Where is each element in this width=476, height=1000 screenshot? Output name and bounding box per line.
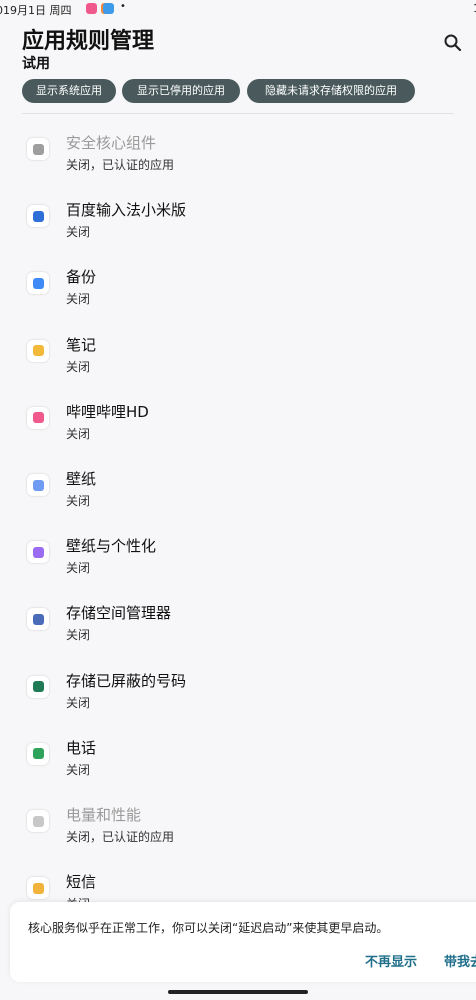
app-status: 关闭	[66, 494, 91, 508]
app-list-item[interactable]: 存储已屏蔽的号码关闭	[0, 656, 476, 723]
app-status: 关闭	[66, 225, 91, 240]
phone-icon-glyph	[32, 748, 44, 760]
chip-show-system-apps[interactable]: 显示系统应用	[22, 79, 116, 103]
battery-icon	[27, 810, 49, 832]
app-status: 关闭，已认证的应用	[66, 830, 175, 844]
app-name: 壁纸与个性化	[66, 537, 157, 556]
app-name: 电话	[66, 738, 97, 757]
home-indicator[interactable]	[168, 990, 308, 994]
security-component-icon	[27, 138, 49, 160]
go-settings-button[interactable]: 带我去	[444, 951, 476, 970]
bilibili-hd-icon-glyph	[32, 412, 44, 424]
app-name: 存储已屏蔽的号码	[66, 671, 187, 690]
app-status: 关闭	[66, 762, 91, 777]
app-status: 关闭	[66, 359, 91, 374]
blocked-numbers-icon-glyph	[32, 681, 44, 693]
phone-icon	[27, 742, 49, 765]
wallpaper-icon-glyph	[32, 479, 44, 491]
backup-icon	[27, 272, 49, 295]
app-list-item[interactable]: 电话 关闭	[0, 723, 476, 790]
bilibili-notif-icon	[86, 3, 97, 14]
app-list-item[interactable]: 电量和性能关闭，已认证的应用	[0, 790, 476, 857]
themes-icon	[27, 541, 49, 564]
page-title: 应用规则管理	[22, 29, 155, 54]
snackbar-message: 核心服务似乎在正常工作，你可以关闭“延迟启动”来使其更早启动。	[28, 921, 389, 935]
app-status: 关闭	[66, 695, 91, 710]
app-list-item[interactable]: 短信关闭	[0, 857, 476, 903]
chip-show-disabled-apps[interactable]: 显示已停用的应用	[122, 79, 240, 103]
baidu-ime-icon-glyph	[32, 210, 44, 222]
info-snackbar: 核心服务似乎在正常工作，你可以关闭“延迟启动”来使其更早启动。 不再显示 带我去	[10, 902, 476, 982]
security-component-icon-glyph	[32, 143, 44, 155]
storage-manager-icon	[27, 608, 49, 631]
baidu-ime-icon	[27, 205, 49, 228]
list-divider	[22, 113, 454, 114]
search-icon[interactable]	[442, 32, 464, 54]
themes-icon-glyph	[32, 546, 44, 558]
bilibili-hd-icon	[27, 406, 49, 429]
cloud-notif-icon	[103, 3, 114, 14]
status-dot: •	[120, 1, 126, 12]
battery-icon-glyph	[32, 815, 44, 827]
app-name: 笔记	[66, 335, 97, 354]
blocked-numbers-icon	[27, 675, 49, 698]
storage-manager-icon-glyph	[32, 613, 44, 625]
app-name: 存储空间管理器	[66, 604, 172, 623]
app-list-item[interactable]: 笔记 关闭	[0, 320, 476, 387]
chip-hide-no-storage-permission[interactable]: 隐藏未请求存储权限的应用	[247, 79, 415, 103]
app-list-item[interactable]: 百度输入法小米版关闭	[0, 185, 476, 252]
app-list-item[interactable]: 备份 关闭	[0, 252, 476, 319]
app-list-item[interactable]: 壁纸 关闭	[0, 454, 476, 521]
notes-icon	[27, 339, 49, 362]
app-list-item[interactable]: 安全核心组件关闭，已认证的应用	[0, 118, 476, 185]
app-status: 关闭	[66, 561, 91, 576]
app-list: 安全核心组件 关闭，已认证的应用 百度输入法小米版 关闭 备份 关闭 笔记 关闭 哔哩哔哩HD 关…	[0, 113, 476, 903]
wallpaper-icon	[27, 474, 49, 496]
backup-icon-glyph	[32, 277, 44, 289]
dismiss-button[interactable]: 不再显示	[365, 951, 417, 970]
page-subtitle: 试用	[22, 56, 50, 72]
app-name: 哔哩哔哩HD	[66, 402, 149, 421]
status-time: 019月1日 周四	[0, 4, 72, 17]
app-name: 壁纸	[66, 470, 97, 488]
app-status: 关闭	[66, 426, 91, 441]
app-list-item[interactable]: 壁纸与个性化 关闭	[0, 521, 476, 588]
status-bar: 019月1日 周四 • 1	[0, 0, 476, 18]
app-name: 短信	[66, 873, 97, 892]
app-name: 百度输入法小米版	[66, 201, 187, 220]
sms-icon	[27, 877, 49, 900]
sms-icon-glyph	[32, 882, 44, 894]
app-name: 备份	[66, 268, 97, 287]
notes-icon-glyph	[32, 345, 44, 357]
app-name: 安全核心组件	[66, 134, 157, 152]
app-status: 关闭	[66, 628, 91, 643]
app-list-item[interactable]: 哔哩哔哩HD 关闭	[0, 387, 476, 454]
app-status: 关闭	[66, 292, 91, 307]
app-status: 关闭，已认证的应用	[66, 158, 175, 172]
app-name: 电量和性能	[66, 806, 142, 824]
app-list-item[interactable]: 存储空间管理器 关闭	[0, 588, 476, 655]
